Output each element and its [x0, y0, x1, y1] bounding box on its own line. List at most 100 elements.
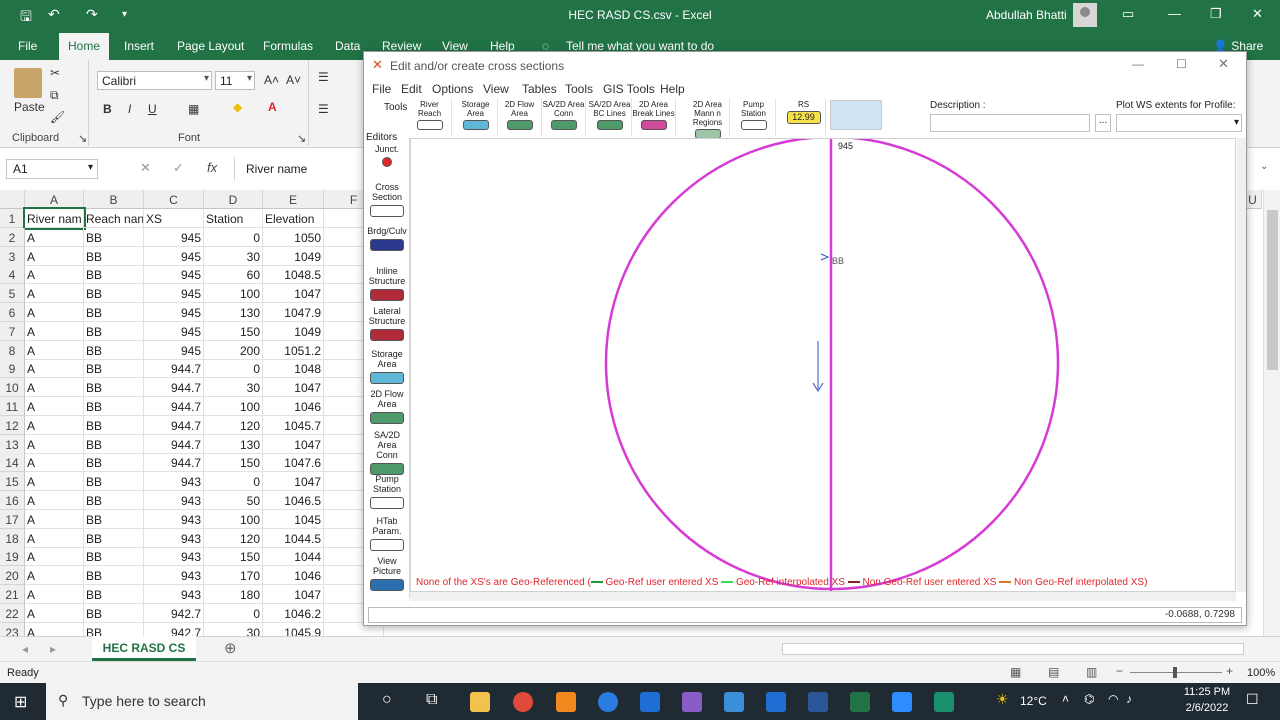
paste-button[interactable]: Paste	[14, 100, 45, 114]
table-cell[interactable]: 944.7	[144, 434, 204, 454]
close-icon[interactable]: ✕	[1218, 56, 1229, 72]
menu-tools[interactable]: Tools	[565, 82, 593, 96]
table-cell[interactable]: 1046	[263, 566, 324, 586]
store-icon[interactable]	[640, 692, 660, 712]
table-cell[interactable]: 120	[204, 415, 263, 435]
row-header[interactable]: 20	[0, 566, 25, 586]
row-header[interactable]: 14	[0, 453, 25, 473]
editor-button[interactable]: Pump Station	[366, 474, 408, 509]
table-cell[interactable]: 1045.7	[263, 415, 324, 435]
cut-icon[interactable]: ✂	[50, 66, 60, 80]
table-cell[interactable]: 1047	[263, 585, 324, 604]
font-launcher-icon[interactable]: ↘	[297, 132, 306, 145]
table-cell[interactable]: 943	[144, 566, 204, 586]
tray-overflow-icon[interactable]: ˄	[1062, 692, 1069, 706]
table-cell[interactable]: 943	[144, 509, 204, 529]
expand-formula-icon[interactable]: ⌄	[1260, 161, 1268, 172]
table-cell[interactable]: A	[25, 284, 84, 304]
table-cell[interactable]: A	[25, 378, 84, 398]
table-cell[interactable]: 944.7	[144, 415, 204, 435]
vlc-icon[interactable]	[556, 692, 576, 712]
cancel-icon[interactable]: ✕	[140, 160, 151, 176]
editor-button[interactable]: Junct.	[366, 144, 408, 167]
new-sheet-icon[interactable]: ⊕	[224, 639, 237, 657]
table-cell[interactable]: BB	[84, 528, 144, 548]
table-cell[interactable]: River nam	[23, 207, 86, 230]
table-cell[interactable]: 100	[204, 509, 263, 529]
table-cell[interactable]: BB	[84, 397, 144, 416]
decrease-font-icon[interactable]: A˅	[286, 73, 301, 87]
table-cell[interactable]: 1046.2	[263, 603, 324, 623]
name-box[interactable]: A1 ▾	[6, 159, 98, 179]
page-break-view-icon[interactable]: ▥	[1086, 665, 1097, 679]
minimize-icon[interactable]: —	[1132, 57, 1144, 71]
menu-edit[interactable]: Edit	[401, 82, 422, 96]
table-cell[interactable]: A	[25, 434, 84, 454]
vertical-scrollbar[interactable]	[1263, 190, 1280, 636]
table-cell[interactable]: 150	[204, 453, 263, 473]
table-cell[interactable]: BB	[84, 303, 144, 322]
table-cell[interactable]: A	[25, 397, 84, 416]
menu-file[interactable]: File	[372, 82, 391, 96]
table-cell[interactable]: 1047	[263, 284, 324, 304]
maximize-icon[interactable]: ☐	[1176, 57, 1187, 71]
font-name-select[interactable]: Calibri	[97, 71, 212, 90]
table-cell[interactable]: A	[25, 453, 84, 473]
table-cell[interactable]: 943	[144, 528, 204, 548]
table-cell[interactable]: 943	[144, 472, 204, 492]
table-cell[interactable]: 1047.6	[263, 453, 324, 473]
tab-page-layout[interactable]: Page Layout	[177, 39, 244, 53]
table-cell[interactable]: 1048.5	[263, 265, 324, 285]
table-cell[interactable]: BB	[84, 566, 144, 586]
table-cell[interactable]: BB	[84, 472, 144, 492]
table-cell[interactable]: 943	[144, 547, 204, 567]
close-icon[interactable]: ✕	[1252, 6, 1263, 22]
table-cell[interactable]: BB	[84, 284, 144, 304]
borders-icon[interactable]: ▦	[188, 102, 199, 116]
row-header[interactable]: 4	[0, 265, 25, 285]
table-cell[interactable]: BB	[84, 265, 144, 285]
table-cell[interactable]: 945	[144, 303, 204, 322]
table-cell[interactable]: 945	[144, 284, 204, 304]
network-icon[interactable]: ⌬	[1084, 692, 1094, 706]
copy-icon[interactable]: ⧉	[50, 88, 59, 103]
table-cell[interactable]: BB	[84, 434, 144, 454]
enter-icon[interactable]: ✓	[173, 160, 184, 176]
font-size-select[interactable]: 11	[215, 71, 255, 90]
font-color-icon[interactable]: A	[268, 100, 277, 114]
table-cell[interactable]: 944.7	[144, 397, 204, 416]
increase-font-icon[interactable]: A˄	[264, 73, 279, 87]
table-cell[interactable]: 1047.9	[263, 303, 324, 322]
select-all-corner[interactable]	[0, 190, 25, 209]
table-cell[interactable]: A	[25, 303, 84, 322]
underline-button[interactable]: U	[148, 102, 157, 116]
table-cell[interactable]: 0	[204, 472, 263, 492]
table-cell[interactable]: 1049	[263, 321, 324, 341]
table-cell[interactable]: BB	[84, 603, 144, 623]
weather-icon[interactable]: ☀	[996, 691, 1009, 708]
wifi-icon[interactable]: ◠	[1108, 692, 1118, 706]
formula-input[interactable]: River name	[246, 162, 307, 176]
table-cell[interactable]: 945	[144, 321, 204, 341]
table-cell[interactable]: A	[25, 528, 84, 548]
row-header[interactable]: 12	[0, 415, 25, 435]
media-icon[interactable]	[724, 692, 744, 712]
tab-formulas[interactable]: Formulas	[263, 39, 313, 53]
editor-button[interactable]: Inline Structure	[366, 266, 408, 301]
row-header[interactable]: 8	[0, 340, 25, 360]
table-cell[interactable]: BB	[84, 246, 144, 266]
zoom-level[interactable]: 100%	[1247, 667, 1275, 679]
table-cell[interactable]: 30	[204, 378, 263, 398]
table-cell[interactable]: BB	[84, 359, 144, 379]
row-header[interactable]: 1	[0, 209, 25, 228]
next-sheet-icon[interactable]: ▸	[50, 642, 56, 656]
taskbar-search[interactable]: ⚲ Type here to search	[46, 683, 358, 720]
windows-start-icon[interactable]: ⊞	[14, 692, 27, 712]
table-cell[interactable]: BB	[84, 415, 144, 435]
scrollbar-thumb[interactable]	[1267, 210, 1278, 370]
table-cell[interactable]: BB	[84, 453, 144, 473]
editor-button[interactable]: Storage Area	[366, 349, 408, 384]
toolbar-button[interactable]: SA/2D Area Conn	[542, 98, 586, 136]
editor-button[interactable]: 2D Flow Area	[366, 389, 408, 424]
table-cell[interactable]: A	[25, 603, 84, 623]
